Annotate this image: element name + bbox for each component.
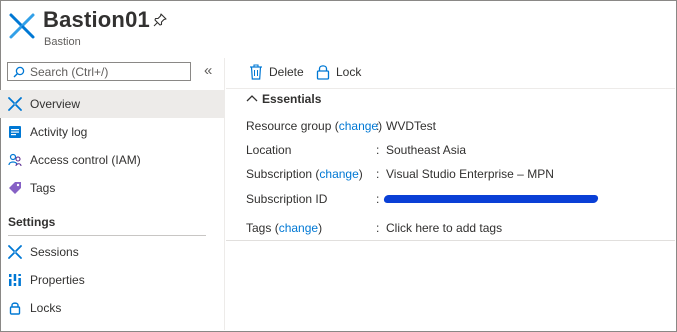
lock-button[interactable]: Lock (316, 64, 368, 82)
property-colon: : (376, 221, 380, 235)
sidebar-item-overview[interactable]: Overview (0, 90, 224, 118)
settings-section-title: Settings (8, 215, 56, 229)
property-key: Tags (246, 221, 272, 235)
bastion-icon (8, 245, 22, 259)
delete-label: Delete (269, 65, 304, 79)
sidebar-item-properties[interactable]: Properties (0, 266, 224, 294)
tag-icon (9, 182, 21, 194)
bastion-icon (8, 97, 22, 111)
resource-menu: Search (Ctrl+/) « Overview Activity log … (0, 58, 224, 330)
activity-log-icon (9, 126, 21, 138)
sidebar-item-label: Locks (30, 301, 62, 315)
property-colon: : (376, 143, 380, 157)
essentials-row-location: Location : Southeast Asia (246, 143, 646, 159)
lock-label: Lock (336, 65, 362, 79)
property-key: Subscription (246, 167, 313, 181)
property-key: Resource group (246, 119, 332, 133)
subscription-link[interactable]: Visual Studio Enterprise – MPN (386, 167, 554, 181)
settings-divider (8, 235, 206, 236)
sidebar-item-label: Activity log (30, 125, 88, 139)
essentials-row-subscription: Subscription (change) : Visual Studio En… (246, 167, 554, 181)
sidebar-item-label: Tags (30, 181, 56, 195)
trash-icon (250, 64, 262, 80)
sidebar-item-sessions[interactable]: Sessions (0, 238, 224, 266)
sidebar-item-access-control[interactable]: Access control (IAM) (0, 146, 224, 174)
search-input[interactable]: Search (Ctrl+/) (7, 62, 191, 81)
sidebar-item-tags[interactable]: Tags (0, 174, 224, 202)
property-colon: : (376, 119, 380, 133)
sidebar-item-label: Properties (30, 273, 85, 287)
resource-group-link[interactable]: WVDTest (386, 119, 436, 133)
location-value: Southeast Asia (386, 143, 467, 157)
collapse-menu-button[interactable]: « (204, 62, 212, 79)
sidebar-item-label: Access control (IAM) (30, 153, 141, 167)
sidebar-item-activity-log[interactable]: Activity log (0, 118, 224, 146)
essentials-row-subscription-id: Subscription ID : (246, 192, 666, 208)
property-colon: : (376, 167, 380, 181)
pin-icon[interactable] (153, 13, 167, 27)
search-icon (13, 66, 25, 78)
chevron-up-icon[interactable] (246, 93, 258, 103)
lock-icon (316, 65, 330, 80)
toolbar-divider (226, 88, 675, 89)
sidebar-item-label: Overview (30, 97, 81, 111)
lock-icon (9, 302, 21, 315)
add-tags-link[interactable]: Click here to add tags (386, 221, 502, 235)
menu-divider (224, 58, 225, 330)
people-icon (8, 153, 22, 167)
redacted-subscription-id (383, 195, 599, 203)
property-colon: : (376, 192, 380, 206)
page-title: Bastion01 (43, 7, 150, 32)
essentials-row-resource-group: Resource group (change) : WVDTest (246, 119, 437, 133)
change-resource-group-link[interactable]: change (339, 119, 378, 133)
property-key: Location (246, 143, 292, 157)
change-subscription-link[interactable]: change (319, 167, 358, 181)
search-placeholder: Search (Ctrl+/) (30, 65, 109, 79)
change-tags-link[interactable]: change (279, 221, 318, 235)
bastion-icon (9, 13, 35, 39)
essentials-bottom-divider (226, 240, 675, 241)
property-key: Subscription ID (246, 192, 328, 206)
delete-button[interactable]: Delete (249, 64, 309, 82)
resource-header: Bastion01 Bastion (0, 0, 675, 58)
sidebar-item-locks[interactable]: Locks (0, 294, 224, 322)
properties-icon (8, 274, 22, 286)
sidebar-item-label: Sessions (30, 245, 79, 259)
page-subtitle: Bastion (44, 36, 81, 48)
essentials-title[interactable]: Essentials (262, 92, 321, 106)
essentials-row-tags: Tags (change) : Click here to add tags (246, 221, 503, 235)
